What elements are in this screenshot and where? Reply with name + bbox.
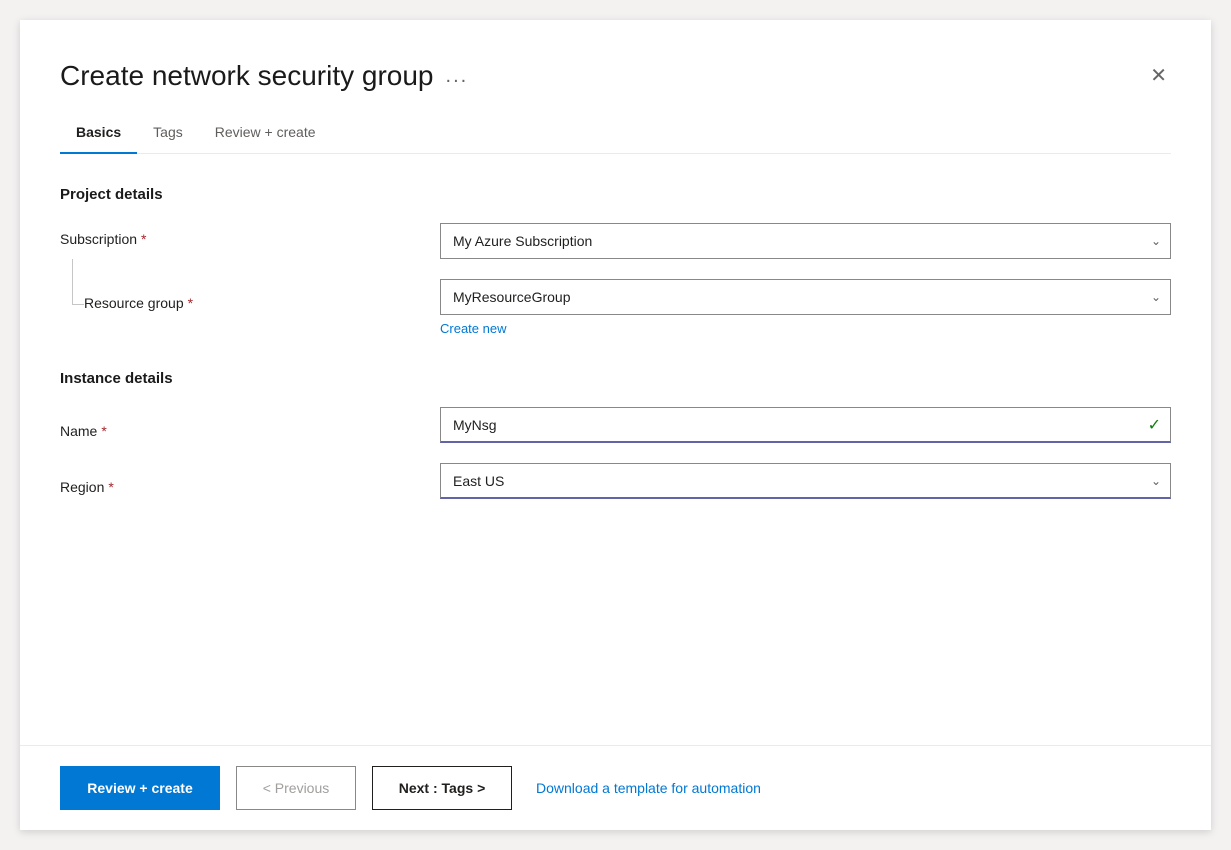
review-create-button[interactable]: Review + create <box>60 766 220 810</box>
tabs-nav: Basics Tags Review + create <box>60 112 1171 154</box>
subscription-control: My Azure Subscription ⌄ <box>440 223 1171 259</box>
name-control: ✓ <box>440 407 1171 443</box>
panel-header: Create network security group ... ✕ <box>20 20 1211 112</box>
subscription-required-star: * <box>141 231 146 247</box>
automation-link[interactable]: Download a template for automation <box>536 780 761 796</box>
subscription-label: Subscription * <box>60 231 440 247</box>
name-label-col: Name * <box>60 407 440 439</box>
instance-details-section: Instance details Name * ✓ <box>60 370 1171 499</box>
region-required-star: * <box>108 479 113 495</box>
project-details-section: Project details Subscription * My Azure … <box>60 186 1171 338</box>
resource-group-select[interactable]: MyResourceGroup <box>440 279 1171 315</box>
name-label: Name * <box>60 415 440 439</box>
close-button[interactable]: ✕ <box>1146 62 1171 90</box>
previous-button[interactable]: < Previous <box>236 766 356 810</box>
name-valid-icon: ✓ <box>1148 415 1161 435</box>
subscription-select-wrapper: My Azure Subscription ⌄ <box>440 223 1171 259</box>
ellipsis-icon[interactable]: ... <box>446 65 469 88</box>
resource-group-label: Resource group * <box>84 287 193 311</box>
region-label: Region * <box>60 471 440 495</box>
subscription-label-col: Subscription * <box>60 223 440 247</box>
tab-basics[interactable]: Basics <box>60 112 137 154</box>
resource-group-row: Resource group * MyResourceGroup ⌄ Creat… <box>60 279 1171 338</box>
create-new-link[interactable]: Create new <box>440 321 506 336</box>
panel-title-area: Create network security group ... <box>60 60 468 92</box>
region-select-wrapper: East US ⌄ <box>440 463 1171 499</box>
panel-footer: Review + create < Previous Next : Tags >… <box>20 745 1211 830</box>
region-label-col: Region * <box>60 463 440 495</box>
region-control: East US ⌄ <box>440 463 1171 499</box>
project-details-title: Project details <box>60 186 1171 203</box>
create-panel: Create network security group ... ✕ Basi… <box>20 20 1211 830</box>
name-input[interactable] <box>440 407 1171 443</box>
resource-group-label-col: Resource group * <box>60 279 440 311</box>
tab-tags[interactable]: Tags <box>137 112 199 154</box>
resource-group-required-star: * <box>188 295 193 311</box>
region-select[interactable]: East US <box>440 463 1171 499</box>
instance-details-title: Instance details <box>60 370 1171 387</box>
subscription-row: Subscription * My Azure Subscription ⌄ <box>60 223 1171 259</box>
region-row: Region * East US ⌄ <box>60 463 1171 499</box>
name-row: Name * ✓ <box>60 407 1171 443</box>
name-input-wrapper: ✓ <box>440 407 1171 443</box>
name-required-star: * <box>101 423 106 439</box>
resource-group-control: MyResourceGroup ⌄ Create new <box>440 279 1171 338</box>
panel-title: Create network security group <box>60 60 434 92</box>
tab-review-create[interactable]: Review + create <box>199 112 332 154</box>
panel-content: Basics Tags Review + create Project deta… <box>20 112 1211 745</box>
subscription-select[interactable]: My Azure Subscription <box>440 223 1171 259</box>
resource-group-select-wrapper: MyResourceGroup ⌄ <box>440 279 1171 315</box>
next-button[interactable]: Next : Tags > <box>372 766 512 810</box>
